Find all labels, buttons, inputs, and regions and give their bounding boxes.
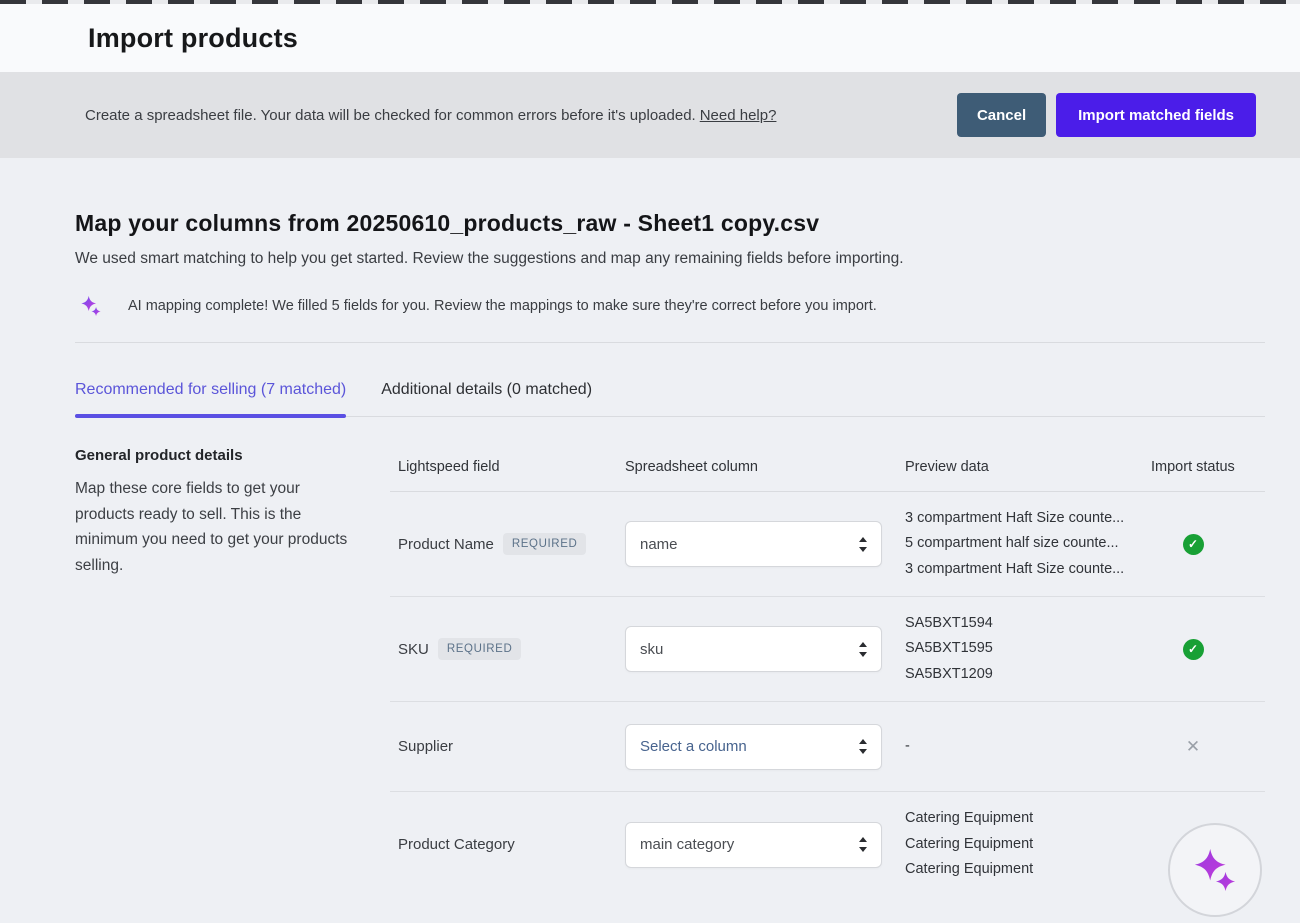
preview-line: SA5BXT1595 [905,636,1143,662]
preview-cell: 3 compartment Haft Size counte... 5 comp… [897,506,1143,583]
tab-additional-details[interactable]: Additional details (0 matched) [381,381,592,416]
import-banner: Create a spreadsheet file. Your data wil… [0,72,1300,158]
preview-line: Catering Equipment [905,806,1143,832]
status-cell: ✓ [1143,534,1265,555]
select-value: name [640,536,678,553]
col-header-spreadsheet-column: Spreadsheet column [617,459,897,475]
tab-label: Additional details (0 matched) [381,381,592,398]
banner-actions: Cancel Import matched fields [957,93,1256,137]
column-select-supplier[interactable]: Select a column [625,724,882,770]
caret-up-down-icon [859,739,867,754]
table-row: Product Name REQUIRED name 3 compartment… [390,492,1265,597]
mapping-content: General product details Map these core f… [75,447,1265,897]
column-select-product-category[interactable]: main category [625,822,882,868]
x-icon: ✕ [1186,737,1200,757]
select-value: sku [640,641,663,658]
preview-cell: - [897,734,1143,760]
status-cell: ✕ [1143,737,1265,757]
table-header-row: Lightspeed field Spreadsheet column Prev… [390,447,1265,492]
select-placeholder: Select a column [640,738,747,755]
check-circle-icon: ✓ [1183,534,1204,555]
col-header-import-status: Import status [1143,459,1265,475]
status-cell: ✓ [1143,639,1265,660]
column-cell: Select a column [617,724,897,770]
preview-line: 3 compartment Haft Size counte... [905,506,1143,532]
mapping-table: Lightspeed field Spreadsheet column Prev… [390,447,1265,897]
section-title: General product details [75,447,355,464]
caret-up-down-icon [859,642,867,657]
tab-recommended-for-selling[interactable]: Recommended for selling (7 matched) [75,381,346,416]
required-badge: REQUIRED [503,533,587,555]
required-badge: REQUIRED [438,638,522,660]
table-row: Supplier Select a column - ✕ [390,702,1265,792]
section-description: Map these core fields to get your produc… [75,476,355,578]
field-label: Product Category [398,836,515,853]
sparkle-icon [1192,847,1238,893]
field-label: Supplier [398,738,453,755]
col-header-preview-data: Preview data [897,459,1143,475]
table-row: Product Category main category Catering … [390,792,1265,897]
need-help-link[interactable]: Need help? [700,107,777,124]
sparkle-icon [80,295,102,317]
preview-cell: SA5BXT1594 SA5BXT1595 SA5BXT1209 [897,611,1143,688]
col-header-lightspeed-field: Lightspeed field [390,459,617,475]
preview-line: Catering Equipment [905,857,1143,883]
caret-up-down-icon [859,537,867,552]
page-header: Import products [0,4,1300,72]
field-cell-product-name: Product Name REQUIRED [390,533,617,555]
ai-notice-text: AI mapping complete! We filled 5 fields … [128,298,877,314]
map-columns-heading: Map your columns from 20250610_products_… [75,210,1265,237]
preview-line: Catering Equipment [905,832,1143,858]
column-select-product-name[interactable]: name [625,521,882,567]
preview-line: 5 compartment half size counte... [905,531,1143,557]
column-cell: main category [617,822,897,868]
table-row: SKU REQUIRED sku SA5BXT1594 SA5BXT1595 S… [390,597,1265,702]
check-circle-icon: ✓ [1183,639,1204,660]
ai-assistant-button[interactable] [1168,823,1262,917]
field-cell-supplier: Supplier [390,738,617,755]
preview-line: SA5BXT1209 [905,662,1143,688]
preview-line: 3 compartment Haft Size counte... [905,557,1143,583]
field-label: SKU [398,641,429,658]
preview-line: SA5BXT1594 [905,611,1143,637]
cancel-button[interactable]: Cancel [957,93,1046,137]
column-select-sku[interactable]: sku [625,626,882,672]
main-content: Map your columns from 20250610_products_… [0,158,1300,897]
tab-bar: Recommended for selling (7 matched) Addi… [75,381,1265,417]
ai-mapping-notice: AI mapping complete! We filled 5 fields … [75,295,1265,317]
map-columns-subheading: We used smart matching to help you get s… [75,250,1265,268]
preview-cell: Catering Equipment Catering Equipment Ca… [897,806,1143,883]
page-title: Import products [88,23,298,54]
banner-message: Create a spreadsheet file. Your data wil… [85,107,776,124]
section-divider [75,342,1265,343]
field-cell-product-category: Product Category [390,836,617,853]
field-cell-sku: SKU REQUIRED [390,638,617,660]
field-label: Product Name [398,536,494,553]
select-value: main category [640,836,734,853]
caret-up-down-icon [859,837,867,852]
preview-line: - [905,734,1143,760]
banner-message-text: Create a spreadsheet file. Your data wil… [85,107,696,124]
import-matched-fields-button[interactable]: Import matched fields [1056,93,1256,137]
section-sidebar: General product details Map these core f… [75,447,355,897]
column-cell: sku [617,626,897,672]
tab-label: Recommended for selling (7 matched) [75,381,346,398]
column-cell: name [617,521,897,567]
